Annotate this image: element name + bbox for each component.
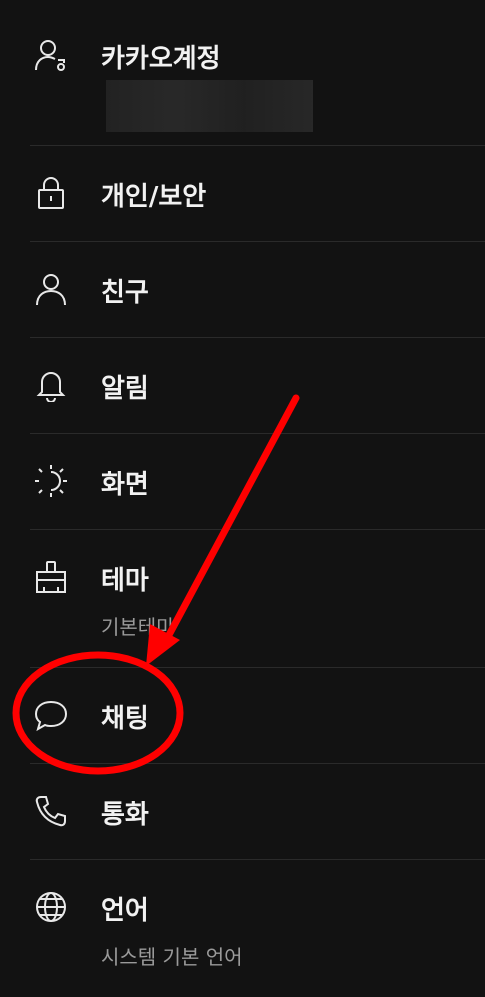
menu-item-theme[interactable]: 테마 기본테마 bbox=[0, 530, 485, 667]
person-icon bbox=[34, 272, 68, 306]
menu-item-label: 개인/보안 bbox=[101, 182, 207, 212]
menu-item-notifications[interactable]: 알림 bbox=[0, 338, 485, 433]
menu-item-sublabel: 시스템 기본 언어 bbox=[101, 945, 243, 969]
menu-item-label: 화면 bbox=[101, 470, 149, 500]
menu-item-label: 통화 bbox=[101, 800, 149, 830]
menu-item-label: 채팅 bbox=[101, 704, 149, 734]
menu-item-display[interactable]: 화면 bbox=[0, 434, 485, 529]
menu-item-call[interactable]: 통화 bbox=[0, 764, 485, 859]
menu-item-label: 테마 bbox=[101, 566, 149, 596]
menu-item-label: 카카오계정 bbox=[101, 44, 221, 74]
menu-item-label: 알림 bbox=[101, 374, 149, 404]
lock-icon bbox=[34, 176, 68, 210]
chat-bubble-icon bbox=[34, 698, 68, 732]
bell-icon bbox=[34, 368, 68, 402]
paint-brush-icon bbox=[34, 560, 68, 594]
brightness-icon bbox=[34, 464, 68, 498]
account-email-redacted bbox=[106, 80, 313, 132]
menu-item-label: 친구 bbox=[101, 278, 149, 308]
menu-item-chat[interactable]: 채팅 bbox=[0, 668, 485, 763]
menu-item-label: 언어 bbox=[101, 896, 149, 926]
user-account-icon bbox=[34, 38, 68, 72]
menu-item-friends[interactable]: 친구 bbox=[0, 242, 485, 337]
menu-item-kakao-account[interactable]: 카카오계정 bbox=[0, 20, 485, 145]
menu-item-language[interactable]: 언어 시스템 기본 언어 bbox=[0, 860, 485, 997]
menu-item-privacy-security[interactable]: 개인/보안 bbox=[0, 146, 485, 241]
menu-item-sublabel: 기본테마 bbox=[101, 615, 175, 639]
phone-icon bbox=[34, 794, 68, 828]
globe-icon bbox=[34, 890, 68, 924]
